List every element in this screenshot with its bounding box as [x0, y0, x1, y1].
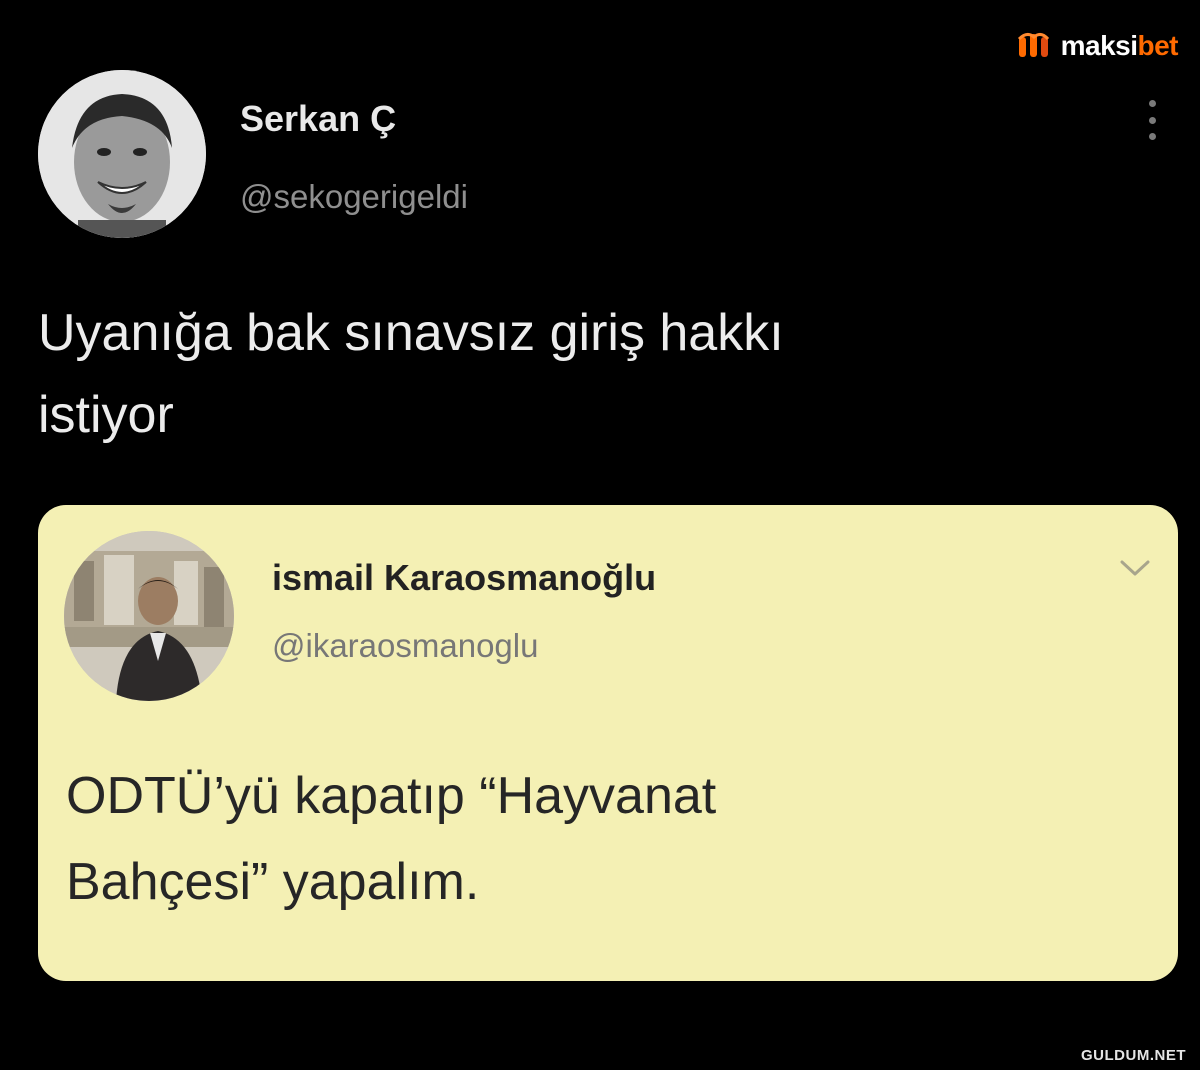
brand-suffix: bet: [1137, 30, 1179, 61]
menu-dot: [1148, 100, 1156, 107]
author-name[interactable]: Serkan Ç: [240, 98, 396, 140]
quoted-text-line-1: ODTÜ’yü kapatıp “Hayvanat: [66, 767, 717, 825]
quoted-tweet-text: ODTÜ’yü kapatıp “Hayvanat Bahçesi” yapal…: [66, 753, 1146, 925]
menu-dot: [1148, 116, 1156, 124]
quoted-author-handle[interactable]: @ikaraosmanoglu: [272, 627, 538, 665]
brand-logo: maksibet: [1017, 30, 1178, 62]
quoted-author-avatar[interactable]: [64, 531, 234, 701]
brand-name: maksibet: [1060, 30, 1179, 62]
author-handle[interactable]: @sekogerigeldi: [240, 178, 468, 216]
author-avatar-image: [38, 70, 206, 238]
quoted-author-avatar-image: [64, 531, 234, 701]
tweet-text-line-1: Uyanığa bak sınavsız giriş hakkı: [38, 304, 784, 362]
quoted-text-line-2: Bahçesi” yapalım.: [66, 853, 480, 911]
tweet-text-line-2: istiyor: [38, 386, 174, 444]
tweet-text: Uyanığa bak sınavsız giriş hakkı istiyor: [38, 292, 1158, 456]
quoted-tweet-card[interactable]: ismail Karaosmanoğlu @ikaraosmanoglu ODT…: [38, 505, 1178, 981]
site-watermark: GULDUM.NET: [1081, 1047, 1186, 1064]
page: maksibet Serkan Ç @sekogerigeldi Uyanığa…: [0, 0, 1200, 1070]
menu-dot: [1148, 133, 1156, 140]
brand-mark-icon: [1017, 32, 1049, 57]
brand-prefix: maksi: [1060, 30, 1138, 61]
chevron-down-icon[interactable]: [1118, 557, 1152, 579]
author-avatar[interactable]: [38, 70, 206, 238]
more-vertical-icon[interactable]: [1142, 100, 1162, 140]
quoted-author-name[interactable]: ismail Karaosmanoğlu: [272, 557, 656, 599]
